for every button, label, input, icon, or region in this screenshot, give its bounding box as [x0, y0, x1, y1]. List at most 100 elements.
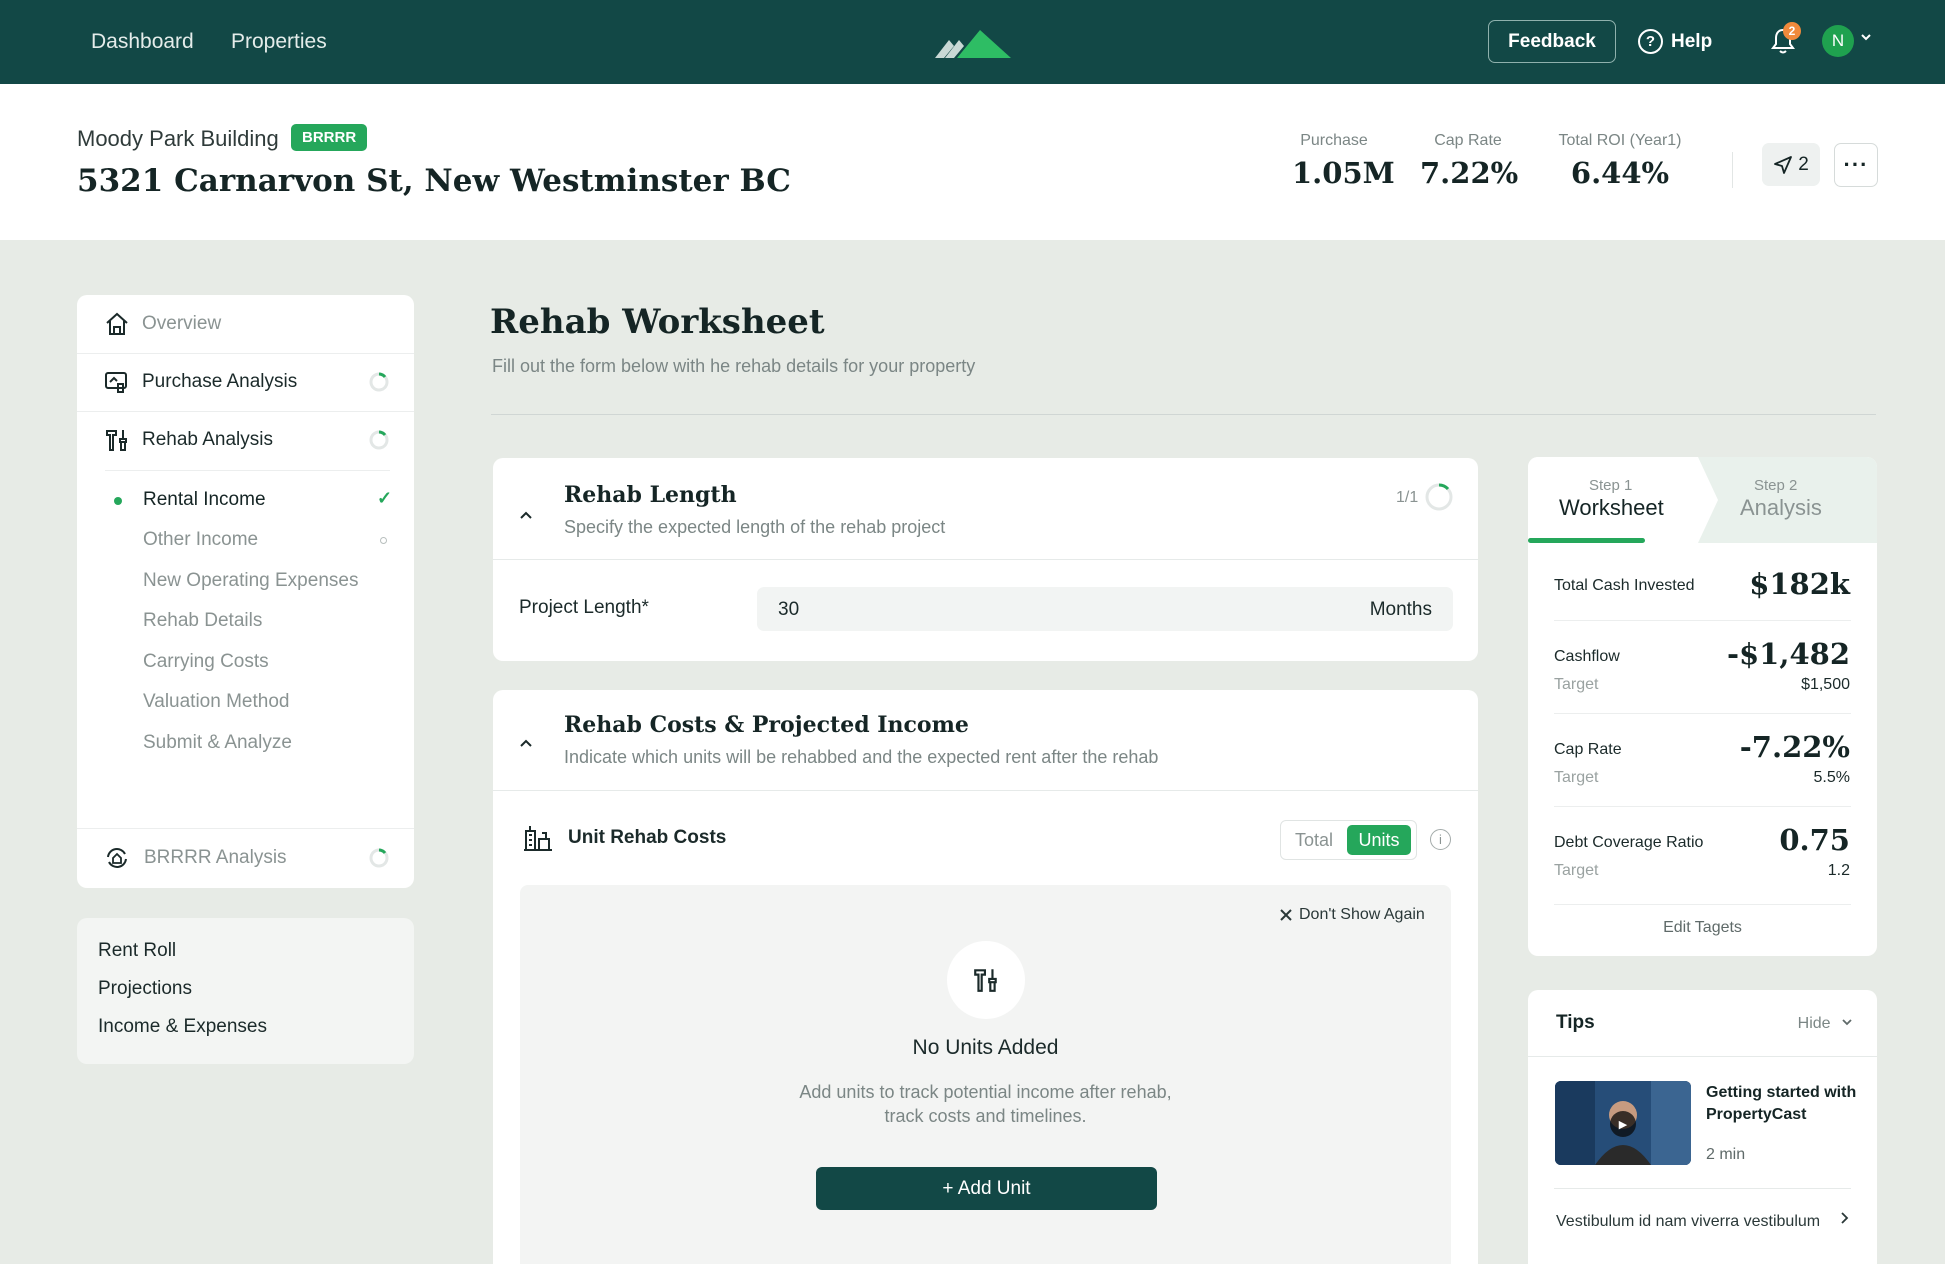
sidebar-link-rent-roll[interactable]: Rent Roll	[98, 940, 176, 962]
total-cash-value: $182k	[1749, 567, 1850, 601]
close-icon	[1280, 909, 1292, 921]
sidebar-subitem-rehab-details[interactable]: Rehab Details	[143, 610, 262, 632]
notification-count-badge: 2	[1783, 22, 1801, 40]
metric-value: 6.44%	[1570, 156, 1670, 190]
sidebar-subitem-new-operating-expenses[interactable]: New Operating Expenses	[143, 570, 358, 592]
sidebar-link-projections[interactable]: Projections	[98, 978, 192, 1000]
metric-label: Total ROI (Year1)	[1558, 132, 1682, 149]
rehab-length-title: Rehab Length	[564, 482, 737, 508]
dont-show-again-button[interactable]: Don't Show Again	[1280, 906, 1425, 924]
chevron-up-icon[interactable]	[518, 507, 534, 523]
metric-cap-rate: Cap Rate 7.22%	[1420, 132, 1519, 190]
tips-hide-button[interactable]: Hide	[1798, 1015, 1853, 1033]
sidebar-subitem-rental-income[interactable]: Rental Income	[143, 489, 266, 511]
dcr-target-value: 1.2	[1827, 862, 1850, 879]
sidebar-subitem-submit-analyze[interactable]: Submit & Analyze	[143, 732, 292, 754]
user-avatar[interactable]: N	[1822, 25, 1854, 57]
cashflow-value: -$1,482	[1726, 637, 1850, 671]
sidebar-subitem-other-income[interactable]: Other Income	[143, 529, 258, 551]
property-name: Moody Park Building	[77, 126, 279, 151]
cap-rate-target-value: 5.5%	[1813, 769, 1850, 786]
step-arrow-shape	[1698, 457, 1718, 543]
tools-icon	[106, 430, 127, 451]
project-length-unit: Months	[1369, 599, 1432, 620]
purchase-analysis-icon	[105, 372, 127, 393]
empty-state-line: track costs and timelines.	[884, 1106, 1087, 1126]
sidebar-divider	[105, 470, 390, 471]
brrrr-icon	[107, 848, 127, 868]
toggle-total-option[interactable]: Total	[1295, 830, 1333, 851]
step-1-tab[interactable]: Step 1 Worksheet	[1528, 457, 1698, 543]
share-button[interactable]: 2	[1762, 143, 1820, 186]
total-units-toggle[interactable]: Total Units	[1280, 820, 1417, 860]
app-logo-icon[interactable]	[935, 28, 1011, 60]
progress-ring-icon	[369, 430, 389, 450]
title-divider	[491, 414, 1876, 415]
nav-dashboard-link[interactable]: Dashboard	[91, 30, 194, 54]
rehab-costs-title: Rehab Costs & Projected Income	[564, 712, 969, 738]
sidebar-subitem-carrying-costs[interactable]: Carrying Costs	[143, 651, 269, 673]
active-dot-icon	[114, 497, 122, 505]
sidebar-item-label: Purchase Analysis	[142, 371, 298, 392]
sidebar-item-rehab-analysis[interactable]: Rehab Analysis	[77, 411, 414, 469]
property-address: 5321 Carnarvon St, New Westminster BC	[77, 163, 791, 199]
feedback-button[interactable]: Feedback	[1488, 20, 1616, 63]
video-title[interactable]: Getting started with PropertyCast	[1706, 1082, 1866, 1126]
info-icon[interactable]: i	[1430, 829, 1451, 850]
more-options-button[interactable]: ···	[1834, 143, 1878, 187]
active-step-indicator	[1528, 538, 1645, 543]
empty-state-title: No Units Added	[912, 1036, 1059, 1059]
send-icon	[1774, 155, 1793, 174]
empty-state-icon-circle	[947, 941, 1025, 1019]
tip-article-link[interactable]: Vestibulum id nam viverra vestibulum	[1556, 1213, 1820, 1231]
chevron-up-icon[interactable]	[518, 735, 534, 751]
share-count: 2	[1798, 153, 1809, 175]
summary-divider	[1554, 806, 1851, 807]
dcr-label: Debt Coverage Ratio	[1554, 834, 1704, 851]
tips-title: Tips	[1556, 1012, 1595, 1033]
video-thumbnail[interactable]: ▶	[1555, 1081, 1691, 1165]
help-button[interactable]: ? Help	[1638, 29, 1712, 54]
metric-total-roi: Total ROI (Year1) 6.44%	[1555, 132, 1685, 190]
secondary-sidebar: Rent Roll Projections Income & Expenses	[77, 918, 414, 1064]
step-title: Worksheet	[1559, 495, 1664, 520]
nav-properties-link[interactable]: Properties	[231, 30, 327, 54]
metric-value: 7.22%	[1420, 156, 1519, 190]
cap-rate-label: Cap Rate	[1554, 741, 1622, 758]
progress-ring-icon	[1425, 483, 1453, 511]
summary-divider	[1554, 904, 1851, 905]
cap-rate-value: -7.22%	[1739, 730, 1850, 764]
chevron-down-icon[interactable]	[1860, 31, 1872, 43]
sidebar-item-overview[interactable]: Overview	[77, 295, 414, 353]
sidebar-subitem-valuation-method[interactable]: Valuation Method	[143, 691, 289, 713]
step-2-tab[interactable]: Step 2 Analysis	[1698, 457, 1877, 543]
edit-targets-link[interactable]: Edit Tagets	[1528, 919, 1877, 937]
section-counter: 1/1	[1396, 489, 1419, 506]
project-length-input[interactable]: 30 Months	[757, 587, 1453, 631]
empty-state-line: Add units to track potential income afte…	[799, 1082, 1172, 1102]
project-length-value: 30	[778, 599, 800, 620]
sidebar-item-label: BRRRR Analysis	[144, 847, 287, 868]
dont-show-again-label: Don't Show Again	[1299, 906, 1425, 923]
pending-circle-icon	[380, 537, 387, 544]
sidebar-item-purchase-analysis[interactable]: Purchase Analysis	[77, 353, 414, 411]
sidebar-item-brrrr-analysis[interactable]: BRRRR Analysis	[77, 829, 414, 887]
dcr-value: 0.75	[1779, 823, 1850, 857]
metric-label: Purchase	[1300, 132, 1368, 149]
step-title: Analysis	[1740, 495, 1822, 520]
tips-divider	[1554, 1188, 1851, 1189]
strategy-badge: BRRRR	[291, 124, 368, 151]
metric-value: 1.05M	[1292, 156, 1395, 190]
video-duration: 2 min	[1706, 1146, 1746, 1163]
help-circle-icon: ?	[1638, 29, 1663, 54]
tips-hide-label: Hide	[1797, 1015, 1831, 1032]
sidebar-link-income-expenses[interactable]: Income & Expenses	[98, 1016, 267, 1038]
toggle-units-option[interactable]: Units	[1347, 825, 1411, 855]
add-unit-button[interactable]: + Add Unit	[816, 1167, 1157, 1210]
page-subtitle: Fill out the form below with he rehab de…	[492, 356, 976, 376]
cashflow-target-value: $1,500	[1801, 676, 1850, 693]
tips-divider	[1528, 1056, 1877, 1057]
step-number: Step 1	[1589, 477, 1633, 494]
chevron-right-icon[interactable]	[1838, 1211, 1850, 1225]
sidebar-item-label: Rehab Analysis	[142, 429, 273, 450]
